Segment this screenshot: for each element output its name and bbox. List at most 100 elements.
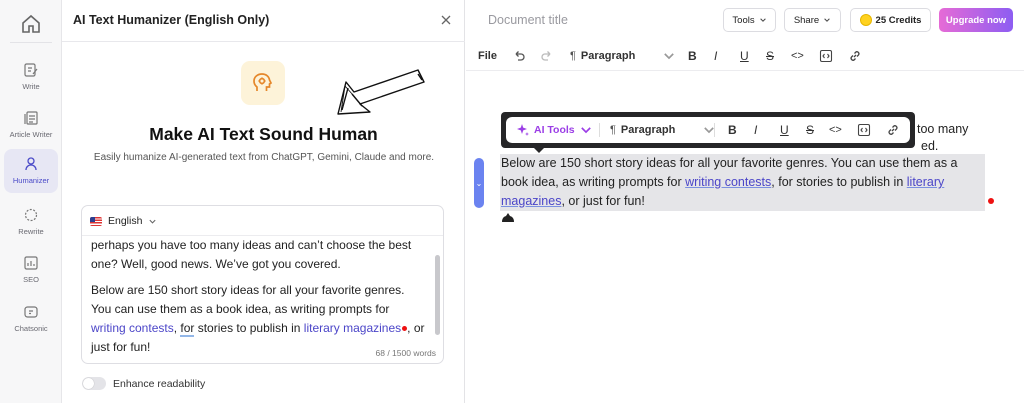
strikethrough-button[interactable]: S: [766, 47, 774, 65]
panel-divider: [62, 41, 465, 42]
underline-button[interactable]: U: [740, 47, 749, 65]
code-button[interactable]: <>: [829, 121, 842, 139]
italic-button[interactable]: I: [754, 121, 757, 139]
writing-contests-link[interactable]: writing contests: [91, 321, 174, 335]
text-segment: Below are 150 short story ideas for all …: [91, 283, 405, 316]
text-segment: , for stories to publish in: [771, 175, 907, 189]
chevron-down-icon: [664, 53, 675, 60]
link-icon: [888, 125, 898, 135]
drag-handle-icon[interactable]: [501, 212, 515, 223]
italic-icon: I: [754, 123, 758, 137]
chevron-down-icon: [149, 219, 157, 224]
text-segment: stories to publish in: [194, 321, 304, 335]
literary-magazines-link[interactable]: literary magazines: [304, 321, 401, 335]
hand-drawn-arrow-icon: [337, 69, 425, 115]
bold-button[interactable]: B: [728, 121, 737, 139]
tools-label: Tools: [732, 14, 755, 26]
paragraph-style-dropdown[interactable]: ¶ Paragraph: [570, 47, 676, 65]
chevron-down-icon: [759, 18, 766, 22]
strikethrough-icon: S: [766, 49, 775, 63]
share-label: Share: [793, 14, 820, 26]
rail-item-seo[interactable]: SEO: [4, 248, 58, 292]
italic-icon: I: [714, 49, 718, 63]
strikethrough-button[interactable]: S: [806, 121, 814, 139]
upgrade-button[interactable]: Upgrade now: [939, 8, 1013, 32]
panel-title: AI Text Humanizer (English Only): [73, 13, 270, 27]
home-icon[interactable]: [19, 12, 43, 36]
link-button[interactable]: [886, 121, 900, 139]
document-title-input[interactable]: Document title: [488, 13, 568, 27]
tools-button[interactable]: Tools: [723, 8, 776, 32]
code-icon: <>: [829, 124, 842, 136]
pilcrow-icon: ¶: [570, 50, 576, 62]
link-button[interactable]: [848, 47, 862, 65]
code-block-button[interactable]: [819, 47, 833, 65]
document-editor: Document title Tools Share 25 Credits Up…: [466, 0, 1024, 403]
toolbar-divider: [599, 123, 600, 137]
enhance-readability-label: Enhance readability: [113, 377, 206, 390]
input-text[interactable]: perhaps you have too many ideas and can’…: [91, 236, 427, 363]
writing-contests-link[interactable]: writing contests: [685, 175, 771, 189]
rail-item-label: Article Writer: [9, 130, 53, 139]
word-count: 68 / 1500 words: [375, 348, 436, 358]
redo-button[interactable]: [540, 47, 554, 65]
toolbar-divider: [714, 123, 715, 137]
rail-item-label: SEO: [23, 275, 39, 284]
paragraph-style-dropdown[interactable]: ¶ Paragraph: [610, 121, 716, 139]
share-button[interactable]: Share: [784, 8, 841, 32]
hero-title: Make AI Text Sound Human: [149, 124, 378, 144]
undo-button[interactable]: [512, 47, 526, 65]
toolbar-pointer: [533, 147, 545, 153]
rail-item-rewrite[interactable]: Rewrite: [4, 200, 58, 244]
brain-head-icon: [241, 61, 285, 105]
rail-item-humanizer[interactable]: Humanizer: [4, 149, 58, 193]
underline-button[interactable]: U: [780, 121, 789, 139]
italic-button[interactable]: I: [714, 47, 717, 65]
humanizer-panel: AI Text Humanizer (English Only) Make AI…: [62, 0, 465, 403]
bold-icon: B: [728, 123, 737, 137]
red-dot-marker: [988, 198, 994, 204]
chatsonic-icon: [24, 306, 38, 318]
underline-icon: U: [740, 49, 749, 63]
chevron-down-icon: ⌄: [475, 178, 483, 188]
bold-button[interactable]: B: [688, 47, 697, 65]
seo-icon: [24, 256, 38, 270]
rail-item-chatsonic[interactable]: Chatsonic: [4, 297, 58, 341]
editor-toolbar: File ¶ Paragraph B I U S <>: [466, 41, 1024, 71]
paragraph-label: Paragraph: [620, 124, 676, 136]
redo-icon: [541, 51, 551, 61]
code-button[interactable]: <>: [791, 47, 804, 65]
coin-icon: [859, 14, 872, 26]
strikethrough-icon: S: [806, 123, 815, 137]
code-block-icon: [857, 123, 871, 137]
language-label: English: [108, 215, 143, 227]
rewrite-icon: [24, 208, 38, 222]
floating-toolbar: AI Tools ¶ Paragraph B I U S <>: [501, 112, 915, 148]
hero-subtitle: Easily humanize AI-generated text from C…: [93, 152, 435, 163]
article-icon: [24, 111, 38, 125]
code-block-button[interactable]: [857, 121, 871, 139]
enhance-readability-toggle[interactable]: [82, 377, 106, 390]
textbox-scrollbar[interactable]: [435, 255, 440, 335]
close-icon[interactable]: [438, 12, 454, 28]
person-icon: [25, 157, 37, 171]
rail-item-write[interactable]: Write: [4, 55, 58, 99]
ai-tools-label: AI Tools: [534, 124, 575, 136]
chevron-down-icon: [580, 127, 591, 134]
ai-tools-dropdown[interactable]: AI Tools: [516, 121, 593, 139]
block-handle[interactable]: ⌄: [474, 158, 484, 208]
rail-item-label: Rewrite: [18, 227, 44, 236]
language-selector[interactable]: English: [90, 215, 157, 227]
text-segment: , or just for fun!: [561, 194, 645, 208]
code-icon: <>: [791, 50, 804, 62]
spelling-flag[interactable]: for: [180, 321, 195, 337]
selected-paragraph[interactable]: Below are 150 short story ideas for all …: [501, 154, 986, 211]
credits-label: 25 Credits: [875, 14, 922, 26]
input-text-box[interactable]: English perhaps you have too many ideas …: [81, 205, 444, 364]
credits-button[interactable]: 25 Credits: [850, 8, 931, 32]
file-menu[interactable]: File: [478, 47, 497, 65]
input-paragraph-2: Below are 150 short story ideas for all …: [91, 281, 427, 357]
nav-rail: Write Article Writer Humanizer Rewrite S…: [0, 0, 62, 403]
floating-toolbar-inner: AI Tools ¶ Paragraph B I U S <>: [506, 117, 910, 143]
rail-item-article-writer[interactable]: Article Writer: [4, 103, 58, 147]
